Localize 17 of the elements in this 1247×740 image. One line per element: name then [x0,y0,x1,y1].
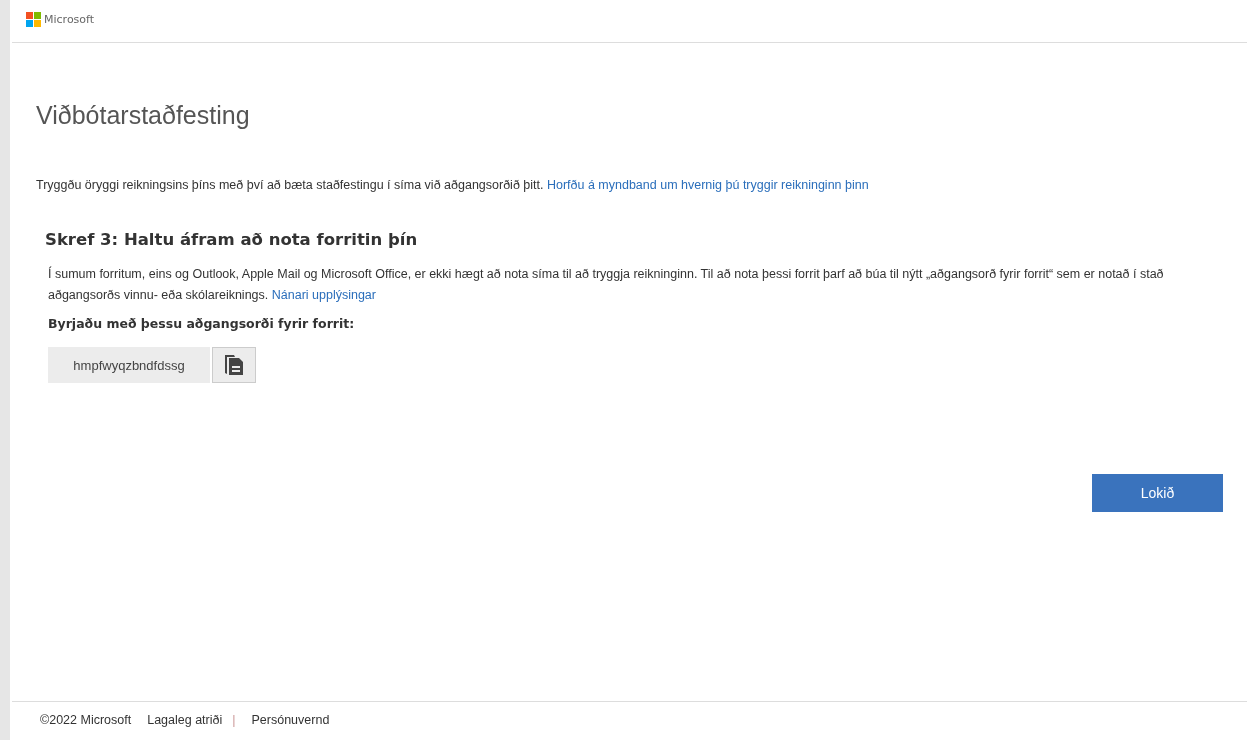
footer-link[interactable]: Persónuvernd [251,713,330,727]
windows-logo-icon [26,11,41,27]
separator: | [232,713,236,727]
intro-text: Tryggðu öryggi reikningsins þíns með því að bæta staðfestingu í síma við aðgangsorðið þitt. Horfðu á myndband um hvernig þú tryggir reikninginn þinn [36,178,870,192]
more-info-link[interactable]: Nánari upplýsingar [271,288,376,302]
footer-link[interactable]: Lagaleg atriði [147,713,223,727]
copyright-text: ©2022 Microsoft [40,713,132,727]
step-heading: Skref 3: Haltu áfram að nota forritin þín [45,230,419,249]
app-password-field[interactable]: hmpfwyqzbndfdssg [48,347,210,383]
video-link[interactable]: Horfðu á myndband um hvernig þú tryggir reikninginn þinn [546,178,869,192]
password-label: Byrjaðu með þessu aðgangsorði fyrir forrit: [48,316,356,331]
brand-name: Microsoft [44,12,95,26]
copy-icon [222,353,246,377]
copy-button[interactable] [212,347,256,383]
step-description: Í sumum forritum, eins og Outlook, Apple Mail og Microsoft Office, er ekki hægt að nota síma til að tryggja reikninginn. Til að nota þessi forrit þarf að búa til nýtt „aðgangsorð fyrir forrit“ sem er notað í stað aðgangsorðs vinnu- eða skólareiknings. Nánari upplýsingar [48,265,1165,304]
page-title: Viðbótarstaðfesting [36,101,251,130]
done-button[interactable]: Lokið [1092,474,1223,512]
